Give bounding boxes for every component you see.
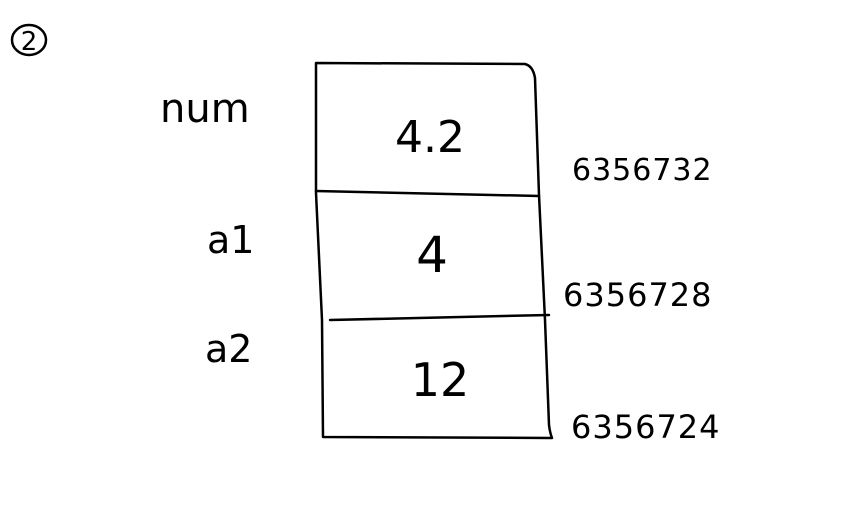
address-label-2: 6356728	[563, 276, 713, 314]
memory-diagram: 2 num a1 a2 4.2 4 12 6356732 6356728 635…	[10, 23, 721, 446]
cell-divider-2	[328, 313, 551, 322]
variable-label-a2: a2	[205, 327, 252, 371]
address-label-3: 6356724	[571, 408, 721, 446]
variable-label-a1: a1	[207, 218, 254, 262]
figure-number-text: 2	[21, 27, 38, 57]
cell-value-a1: 4	[416, 226, 448, 284]
variable-label-num: num	[160, 86, 250, 132]
cell-value-a2: 12	[411, 353, 470, 407]
cell-divider-1	[314, 189, 541, 198]
cell-value-num: 4.2	[395, 112, 465, 163]
figure-number-mark: 2	[10, 23, 48, 57]
address-label-1: 6356732	[572, 153, 713, 188]
